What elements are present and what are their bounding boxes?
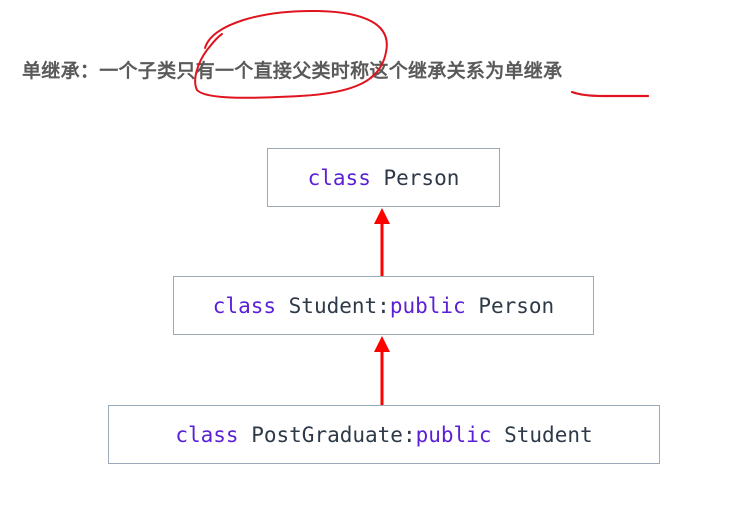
student-class-box: class Student: public Person	[173, 276, 594, 335]
student-class-name: Student	[288, 293, 378, 318]
postgraduate-separator: :	[402, 422, 416, 447]
postgraduate-access: public	[415, 422, 492, 447]
student-separator: :	[377, 293, 390, 318]
person-keyword: class	[307, 165, 371, 190]
postgraduate-class-box: class PostGraduate: public Student	[108, 405, 660, 464]
person-class-name: Person	[383, 165, 460, 190]
postgraduate-class-name: PostGraduate	[251, 422, 403, 447]
handwritten-circle-mark	[194, 9, 388, 99]
student-keyword: class	[212, 293, 276, 318]
arrowhead-student	[374, 336, 390, 352]
handwritten-underline-mark	[570, 90, 650, 98]
page-heading: 单继承：一个子类只有一个直接父类时称这个继承关系为单继承	[22, 60, 563, 82]
arrowhead-person	[374, 208, 390, 224]
postgraduate-keyword: class	[175, 422, 239, 447]
postgraduate-base-class: Student	[504, 422, 593, 447]
student-access: public	[389, 293, 466, 318]
student-base-class: Person	[478, 293, 555, 318]
person-class-box: class Person	[267, 148, 500, 207]
